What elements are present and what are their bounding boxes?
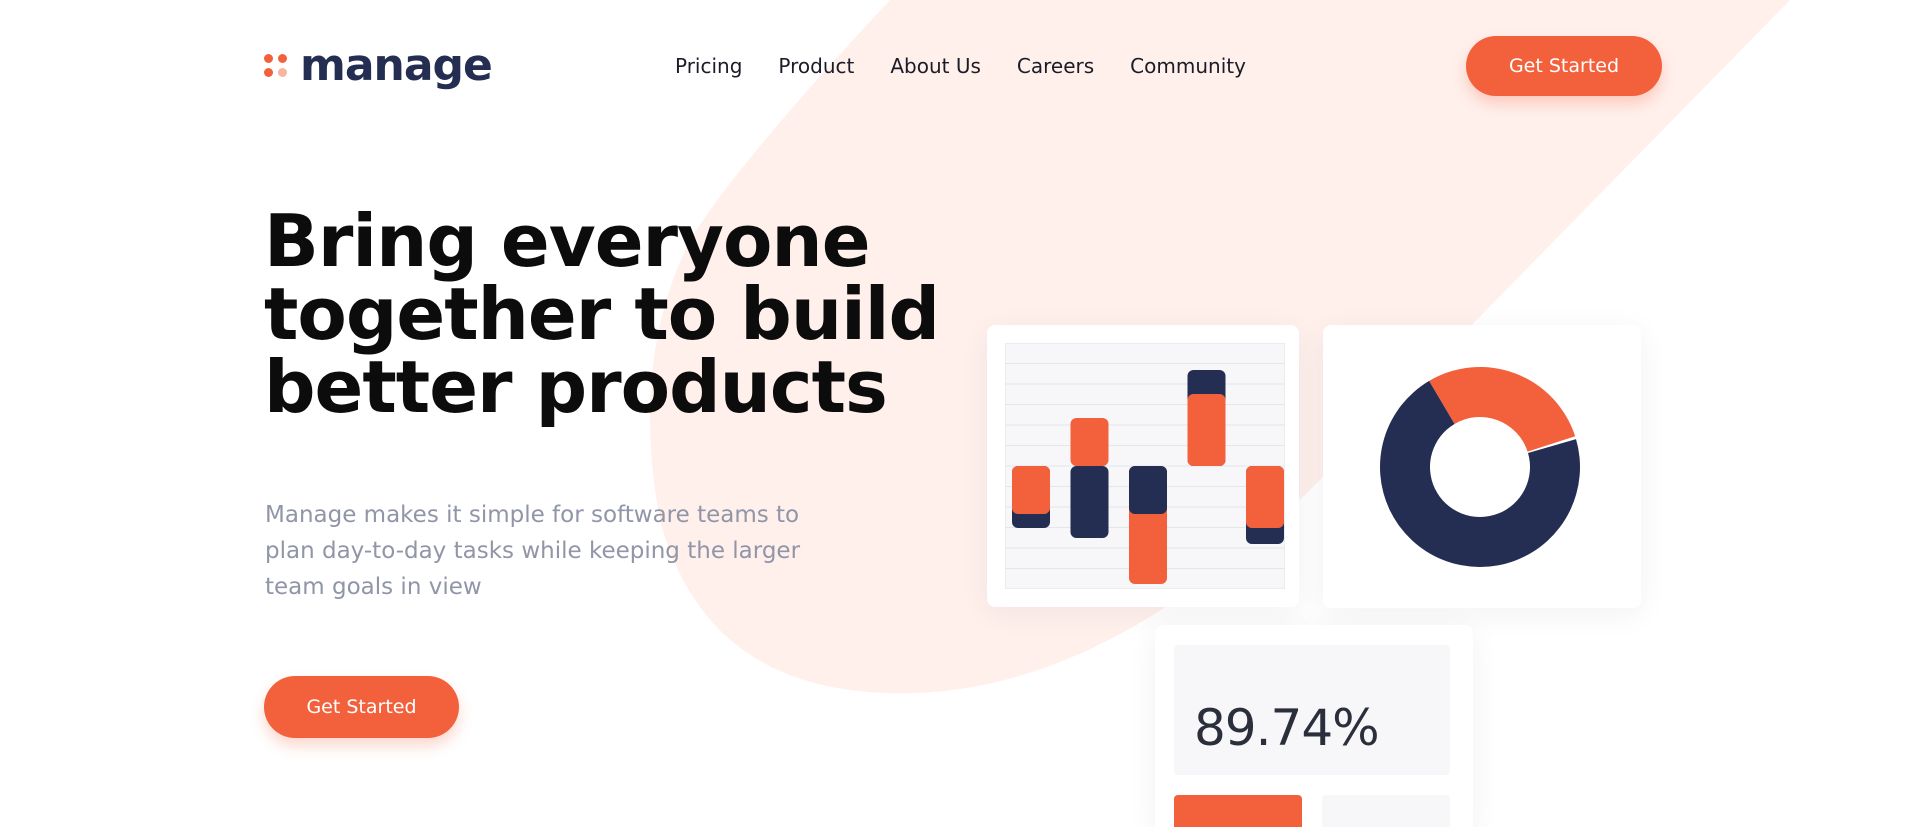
hero-description-line: plan day-to-day tasks while keeping the … xyxy=(265,538,801,564)
landing-page: manage Pricing Product About Us Careers … xyxy=(0,0,1920,827)
brand-name: manage xyxy=(300,40,493,91)
nav-link-about-us[interactable]: About Us xyxy=(890,52,981,80)
four-dots-logo-icon xyxy=(264,51,290,81)
brand-logo[interactable]: manage xyxy=(264,40,493,91)
site-header: manage Pricing Product About Us Careers … xyxy=(0,0,1920,130)
hero-title-line: Bring everyone xyxy=(264,199,871,283)
bar-chart-bar-orange xyxy=(1187,394,1226,466)
stat-box: 89.74% xyxy=(1174,645,1450,775)
hero-title-line: better products xyxy=(264,345,888,429)
nav-link-pricing[interactable]: Pricing xyxy=(675,52,742,80)
hero-title-line: together to build xyxy=(264,272,940,356)
stat-card: 89.74% xyxy=(1155,625,1473,827)
donut-segment xyxy=(1429,367,1576,452)
donut-chart-card xyxy=(1323,325,1641,608)
hero-get-started-button[interactable]: Get Started xyxy=(264,676,459,738)
main-nav: Pricing Product About Us Careers Communi… xyxy=(675,52,1246,80)
bar-chart-bar-orange xyxy=(1012,466,1050,514)
hero-description-line: Manage makes it simple for software team… xyxy=(265,502,800,528)
bar-chart-illustration xyxy=(1005,343,1285,589)
stat-grey-block xyxy=(1322,795,1450,827)
bar-chart-bar-orange xyxy=(1246,466,1284,528)
bar-chart-bar-orange xyxy=(1070,418,1109,466)
hero-title: Bring everyone together to build better … xyxy=(264,205,964,424)
bar-chart-card xyxy=(987,325,1299,607)
hero-description-line: team goals in view xyxy=(265,574,482,600)
header-get-started-button[interactable]: Get Started xyxy=(1466,36,1662,96)
bar-chart-bar-navy xyxy=(1070,466,1109,538)
bar-chart-bar-navy xyxy=(1129,466,1167,514)
nav-link-community[interactable]: Community xyxy=(1130,52,1246,80)
hero-description: Manage makes it simple for software team… xyxy=(265,497,865,605)
donut-chart-illustration xyxy=(1380,367,1580,567)
stat-value: 89.74% xyxy=(1194,699,1380,757)
nav-link-product[interactable]: Product xyxy=(778,52,854,80)
stat-orange-block xyxy=(1174,795,1302,827)
nav-link-careers[interactable]: Careers xyxy=(1017,52,1094,80)
